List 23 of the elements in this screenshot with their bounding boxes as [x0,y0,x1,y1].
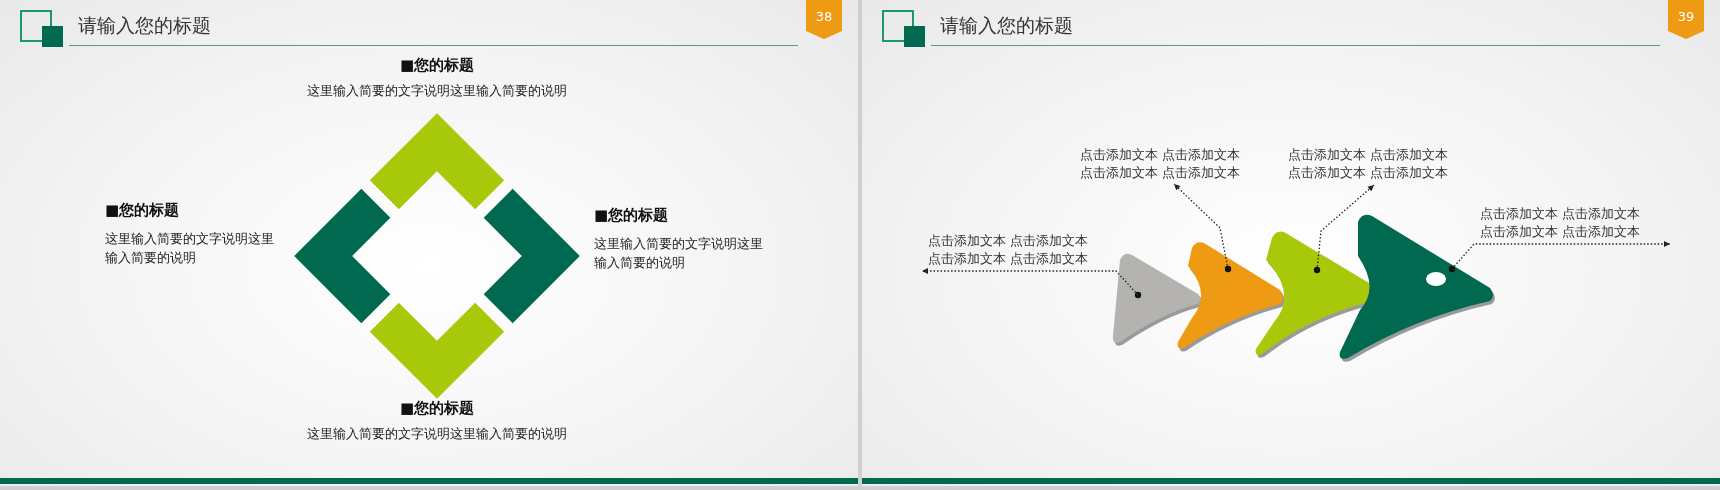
item-heading: ■您的标题 [398,399,476,418]
slide-title: 请输入您的标题 [77,13,211,38]
callout-text: 点击添加文本 点击添加文本 [928,250,1089,268]
callout-text: 点击添加文本 点击添加文本 [1288,146,1449,164]
callout-text: 点击添加文本 点击添加文本 [1480,223,1641,241]
callout-text: 点击添加文本 点击添加文本 [1480,205,1641,223]
item-heading: ■您的标题 [105,201,181,220]
logo-icon [20,10,64,48]
slide-number-badge: 39 [1668,0,1704,40]
item-description: 这里输入简要的文字说明这里输入简要的说明 [306,82,568,100]
callout-text: 点击添加文本 点击添加文本 [1288,164,1449,182]
callout-text: 点击添加文本 点击添加文本 [1080,164,1241,182]
slide-number-badge: 38 [806,0,842,40]
logo-icon [882,10,926,48]
item-heading: ■您的标题 [594,206,670,225]
item-heading: ■您的标题 [398,56,476,75]
item-description: 这里输入简要的文字说明这里输入简要的说明 [594,235,764,272]
callout-text: 点击添加文本 点击添加文本 [1080,146,1241,164]
slide-title: 请输入您的标题 [939,13,1073,38]
callout-text: 点击添加文本 点击添加文本 [928,232,1089,250]
item-description: 这里输入简要的文字说明这里输入简要的说明 [105,230,275,267]
hole-icon [1426,272,1446,286]
item-description: 这里输入简要的文字说明这里输入简要的说明 [306,425,568,443]
